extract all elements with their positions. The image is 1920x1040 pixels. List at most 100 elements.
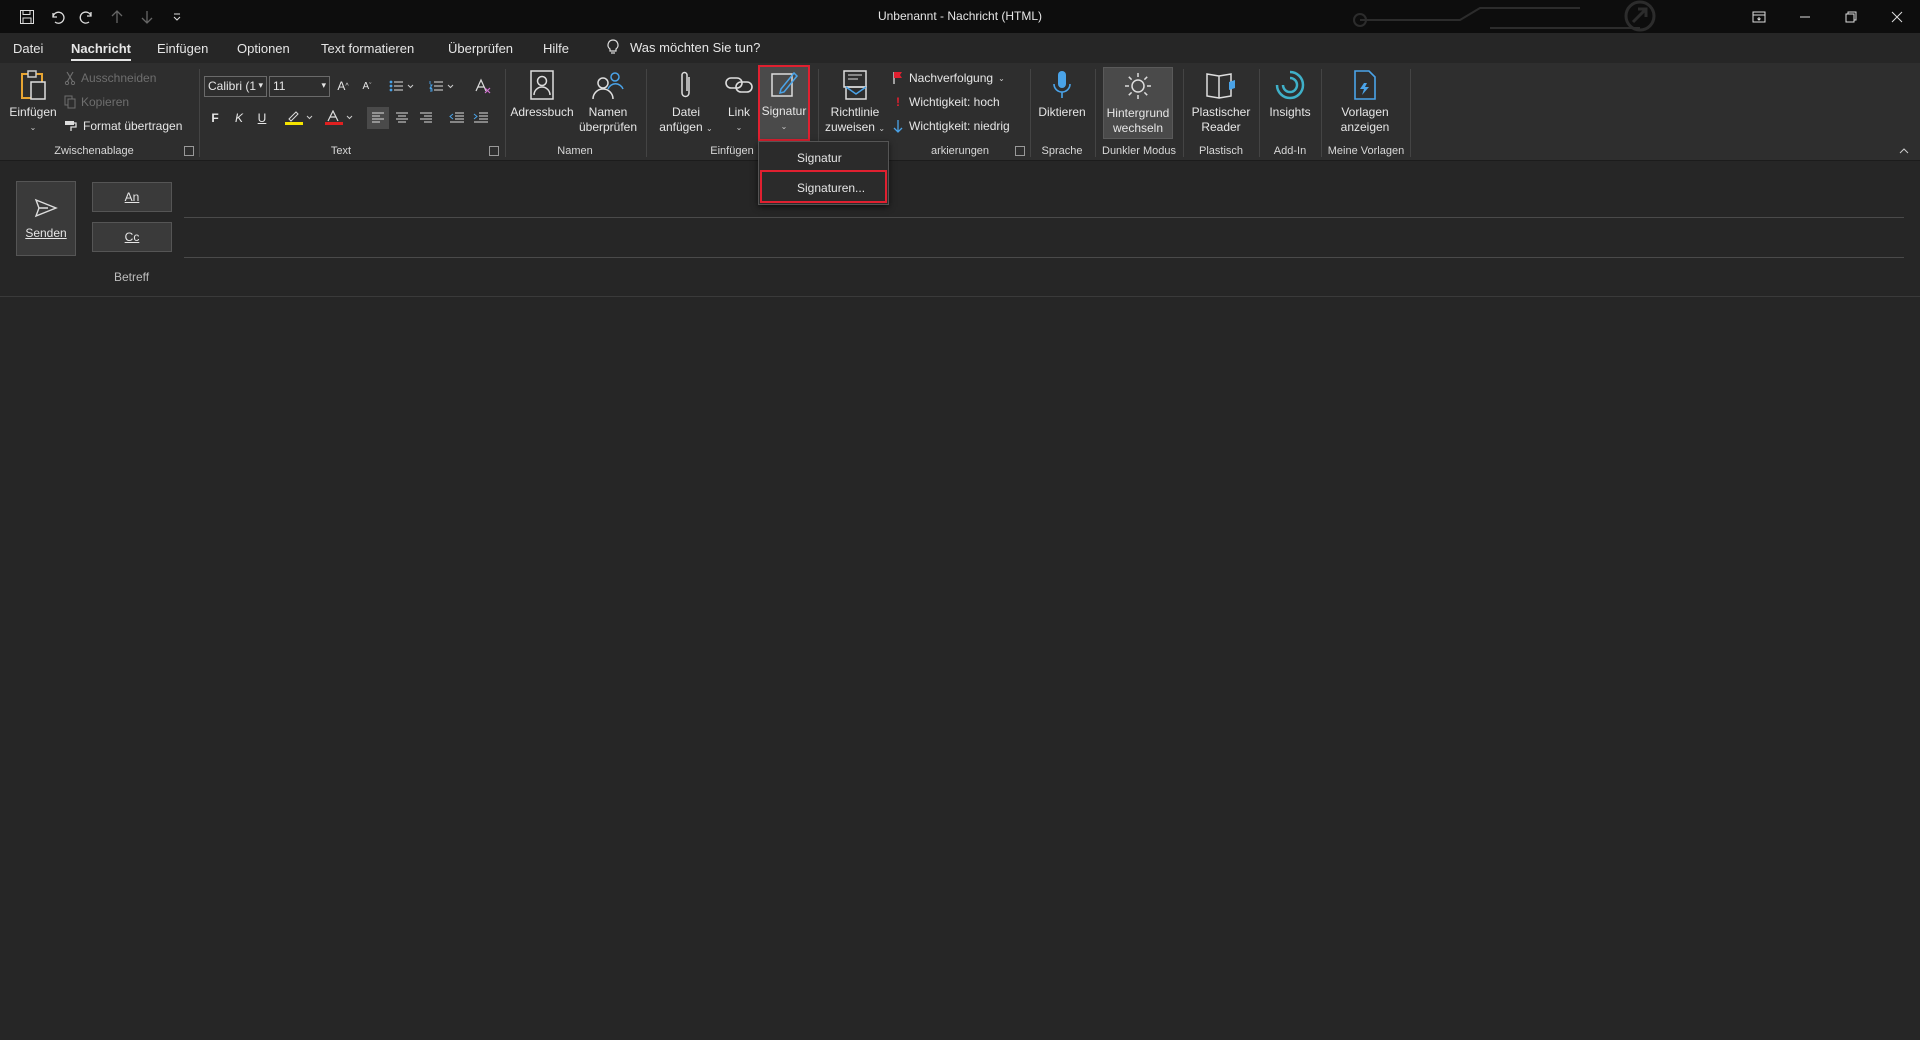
format-painter-label: Format übertragen [83, 119, 183, 133]
cut-button[interactable]: Ausschneiden [64, 71, 156, 85]
exclamation-icon: ! [896, 95, 900, 109]
title-bar: Unbenannt - Nachricht (HTML) [0, 0, 1920, 33]
to-button[interactable]: An [92, 182, 172, 212]
immersive-reader-button[interactable]: Plastischer Reader [1186, 67, 1256, 135]
increase-indent-icon[interactable] [470, 107, 492, 129]
address-book-button[interactable]: Adressbuch [510, 67, 574, 120]
link-button[interactable]: Link ⌄ [720, 67, 758, 135]
underline-button[interactable]: U [251, 107, 273, 129]
text-launcher-icon[interactable] [489, 146, 499, 156]
bullets-icon[interactable] [386, 75, 418, 97]
tab-ueberpruefen[interactable]: Überprüfen [448, 41, 513, 56]
policy-label-2-wrap: zuweisen ⌄ [825, 120, 885, 136]
paperclip-icon [668, 67, 704, 103]
lightbulb-icon [607, 39, 619, 54]
importance-high-button[interactable]: ! Wichtigkeit: hoch [892, 95, 1000, 109]
address-book-icon [524, 67, 560, 103]
follow-up-label: Nachverfolgung [909, 71, 994, 85]
menu-item-signatur[interactable]: Signatur [759, 144, 888, 172]
tell-me-search[interactable]: Was möchten Sie tun? [606, 39, 760, 55]
insights-icon [1272, 67, 1308, 103]
numbering-icon[interactable] [426, 75, 458, 97]
clipboard-launcher-icon[interactable] [184, 146, 194, 156]
font-size-combo[interactable]: 11 ▾ [269, 76, 330, 97]
clipboard-icon [15, 67, 51, 103]
dictate-button[interactable]: Diktieren [1034, 67, 1090, 120]
ribbon-display-options-icon[interactable] [1736, 0, 1782, 33]
policy-label-2: zuweisen [824, 120, 875, 134]
attach-file-button[interactable]: Datei anfügen ⌄ [652, 67, 720, 136]
copy-label: Kopieren [81, 95, 130, 109]
insights-label: Insights [1269, 105, 1311, 119]
align-center-icon[interactable] [391, 107, 413, 129]
copy-icon [64, 95, 76, 109]
clear-formatting-icon[interactable] [472, 75, 494, 97]
font-color-button[interactable] [322, 107, 358, 129]
minimize-icon[interactable] [1782, 0, 1828, 33]
font-name-combo[interactable]: Calibri (1 ▾ [204, 76, 267, 97]
align-left-icon[interactable] [367, 107, 389, 129]
signature-dropdown: Signatur Signaturen... [758, 141, 889, 205]
grow-font-icon[interactable]: A ^ [332, 75, 354, 97]
copy-button[interactable]: Kopieren [64, 95, 129, 109]
check-names-label-2: überprüfen [578, 120, 638, 134]
tab-optionen[interactable]: Optionen [237, 41, 290, 56]
group-separator [1410, 69, 1411, 157]
paste-label: Einfügen [9, 105, 57, 119]
paste-button[interactable]: Einfügen ⌄ [8, 67, 58, 135]
immersive-reader-label-1: Plastischer [1191, 105, 1251, 119]
flag-icon [893, 72, 902, 84]
sun-icon [1120, 68, 1156, 104]
tags-launcher-icon[interactable] [1015, 146, 1025, 156]
check-names-button[interactable]: Namen überprüfen [576, 67, 640, 135]
window-controls [1736, 0, 1920, 33]
follow-up-button[interactable]: Nachverfolgung ⌄ [892, 71, 1005, 85]
group-separator [199, 69, 200, 157]
check-names-label-1: Namen [588, 105, 628, 119]
templates-icon [1347, 67, 1383, 103]
signaturen-highlight [760, 170, 887, 203]
cc-field-line[interactable] [184, 257, 1904, 258]
link-icon [721, 67, 757, 103]
collapse-ribbon-icon[interactable] [1896, 143, 1912, 159]
tell-me-text: Was möchten Sie tun? [630, 39, 761, 55]
insights-button[interactable]: Insights [1262, 67, 1318, 120]
policy-icon [837, 67, 873, 103]
policy-label-1: Richtlinie [830, 105, 880, 119]
close-icon[interactable] [1874, 0, 1920, 33]
align-right-icon[interactable] [415, 107, 437, 129]
assign-policy-button[interactable]: Richtlinie zuweisen ⌄ [820, 67, 890, 136]
view-templates-button[interactable]: Vorlagen anzeigen [1328, 67, 1402, 135]
tab-hilfe[interactable]: Hilfe [543, 41, 569, 56]
to-field-line[interactable] [184, 217, 1904, 218]
format-painter-button[interactable]: Format übertragen [64, 119, 182, 133]
ribbon: Einfügen ⌄ Ausschneiden Kopieren Format … [0, 63, 1920, 161]
tab-nachricht[interactable]: Nachricht [71, 41, 131, 61]
cc-button[interactable]: Cc [92, 222, 172, 252]
highlight-color-button[interactable] [282, 107, 318, 129]
immersive-group-label: Plastisch [1198, 145, 1244, 157]
switch-background-button[interactable]: Hintergrund wechseln [1103, 67, 1173, 139]
importance-high-label: Wichtigkeit: hoch [909, 95, 1000, 109]
arrow-down-icon [893, 120, 903, 133]
attach-label-2: anfügen [659, 120, 703, 134]
address-book-label: Adressbuch [510, 105, 574, 119]
restore-icon[interactable] [1828, 0, 1874, 33]
send-label: Senden [25, 225, 67, 240]
font-color-icon [325, 110, 353, 125]
window-title: Unbenannt - Nachricht (HTML) [877, 9, 1043, 23]
font-size-value: 11 [273, 79, 286, 93]
tab-datei[interactable]: Datei [13, 41, 43, 56]
bold-button[interactable]: F [204, 107, 226, 129]
chevron-down-icon: ⌄ [878, 124, 886, 133]
importance-low-button[interactable]: Wichtigkeit: niedrig [892, 119, 1010, 133]
group-separator [646, 69, 647, 157]
shrink-font-icon[interactable]: Aˇ [356, 75, 378, 97]
send-button[interactable]: Senden [16, 181, 76, 256]
italic-button[interactable]: K [228, 107, 250, 129]
tab-text-formatieren[interactable]: Text formatieren [321, 41, 414, 56]
group-separator [1095, 69, 1096, 157]
decrease-indent-icon[interactable] [446, 107, 468, 129]
group-separator [1259, 69, 1260, 157]
tab-einfuegen[interactable]: Einfügen [157, 41, 208, 56]
